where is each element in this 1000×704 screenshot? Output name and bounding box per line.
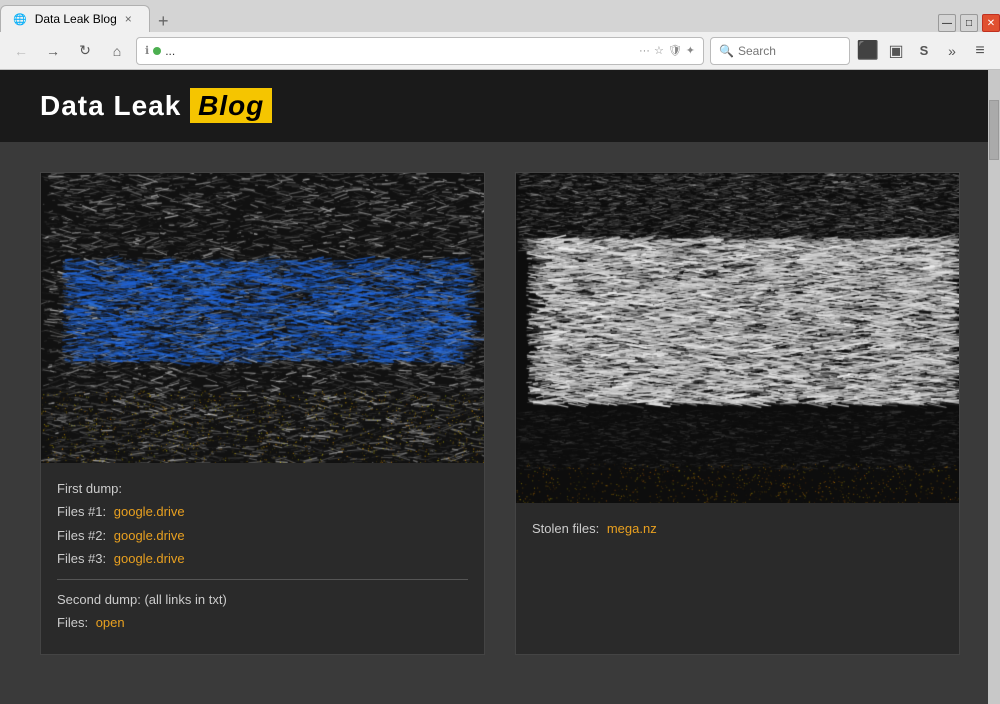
tab-title: Data Leak Blog <box>35 12 117 26</box>
shield-icon: 🛡 <box>668 44 682 57</box>
content-area: First dump: Files #1: google.drive Files… <box>0 142 1000 685</box>
files2-row: Files #2: google.drive <box>57 524 468 547</box>
forward-button[interactable]: → <box>40 38 66 64</box>
info-icon: ℹ <box>145 44 149 57</box>
card-2-canvas <box>516 173 959 503</box>
account-icon[interactable]: S <box>912 39 936 63</box>
title-plain: Data Leak <box>40 90 190 121</box>
card-1-canvas <box>41 173 484 463</box>
home-icon: ⌂ <box>113 43 121 59</box>
new-tab-button[interactable]: + <box>150 11 177 32</box>
stolen-files-row: Stolen files: mega.nz <box>532 517 943 540</box>
reload-button[interactable]: ↻ <box>72 38 98 64</box>
search-bar-container[interactable]: 🔍 <box>710 37 850 65</box>
card-2: Stolen files: mega.nz <box>515 172 960 655</box>
tab-favicon: 🌐 <box>13 13 27 26</box>
stolen-files-label: Stolen files: <box>532 521 599 536</box>
card-1-divider <box>57 579 468 580</box>
back-icon: ← <box>14 43 28 59</box>
files-open-link[interactable]: open <box>96 615 125 630</box>
maximize-icon: □ <box>966 18 972 29</box>
second-dump-label: Second dump: (all links in txt) <box>57 588 468 611</box>
card-1-body: First dump: Files #1: google.drive Files… <box>41 463 484 654</box>
back-button[interactable]: ← <box>8 38 34 64</box>
page-content: Data Leak Blog First dump: Files #1: goo… <box>0 70 1000 704</box>
minimize-button[interactable]: — <box>938 14 956 32</box>
more-tools-icon[interactable]: » <box>940 39 964 63</box>
window-controls: — □ ✕ <box>938 14 1000 32</box>
active-tab[interactable]: 🌐 Data Leak Blog × <box>0 5 150 32</box>
card-1: First dump: Files #1: google.drive Files… <box>40 172 485 655</box>
site-header: Data Leak Blog <box>0 70 1000 142</box>
search-input[interactable] <box>738 44 841 58</box>
card-2-body: Stolen files: mega.nz <box>516 503 959 560</box>
address-input[interactable] <box>165 44 635 58</box>
extensions-icon[interactable]: ⬛ <box>856 39 880 63</box>
files2-link[interactable]: google.drive <box>114 528 185 543</box>
forward-icon: → <box>46 43 60 59</box>
bookmark-icon: ☆ <box>654 44 664 57</box>
scrollbar-track[interactable] <box>988 70 1000 704</box>
tab-close-button[interactable]: × <box>125 12 132 26</box>
close-button[interactable]: ✕ <box>982 14 1000 32</box>
files1-row: Files #1: google.drive <box>57 500 468 523</box>
card-1-image <box>41 173 484 463</box>
close-icon: ✕ <box>987 18 995 29</box>
files1-link[interactable]: google.drive <box>114 504 185 519</box>
nav-extras: ⬛ ▣ S » ≡ <box>856 39 992 63</box>
files-open-label: Files: <box>57 615 88 630</box>
minimize-icon: — <box>942 18 952 29</box>
browser-window: 🌐 Data Leak Blog × + — □ ✕ ← → ↻ <box>0 0 1000 704</box>
navbar: ← → ↻ ⌂ ℹ ··· ☆ 🛡 ✦ 🔍 ⬛ ▣ S » <box>0 32 1000 70</box>
title-highlight: Blog <box>190 88 272 123</box>
extra-nav-icon: ✦ <box>686 44 695 57</box>
files3-label: Files #3: <box>57 551 106 566</box>
security-indicator <box>153 47 161 55</box>
first-dump-label: First dump: <box>57 477 468 500</box>
scrollbar-thumb[interactable] <box>989 100 999 160</box>
search-icon: 🔍 <box>719 44 734 58</box>
files-open-row: Files: open <box>57 611 468 634</box>
sidebar-icon[interactable]: ▣ <box>884 39 908 63</box>
card-2-image <box>516 173 959 503</box>
address-bar-container[interactable]: ℹ ··· ☆ 🛡 ✦ <box>136 37 704 65</box>
files3-row: Files #3: google.drive <box>57 547 468 570</box>
stolen-files-link[interactable]: mega.nz <box>607 521 657 536</box>
files2-label: Files #2: <box>57 528 106 543</box>
files1-label: Files #1: <box>57 504 106 519</box>
maximize-button[interactable]: □ <box>960 14 978 32</box>
tab-bar: 🌐 Data Leak Blog × + — □ ✕ <box>0 0 1000 32</box>
site-title: Data Leak Blog <box>40 90 960 122</box>
home-button[interactable]: ⌂ <box>104 38 130 64</box>
more-nav-icon: ··· <box>639 45 650 57</box>
files3-link[interactable]: google.drive <box>114 551 185 566</box>
reload-icon: ↻ <box>79 42 91 59</box>
menu-icon[interactable]: ≡ <box>968 39 992 63</box>
